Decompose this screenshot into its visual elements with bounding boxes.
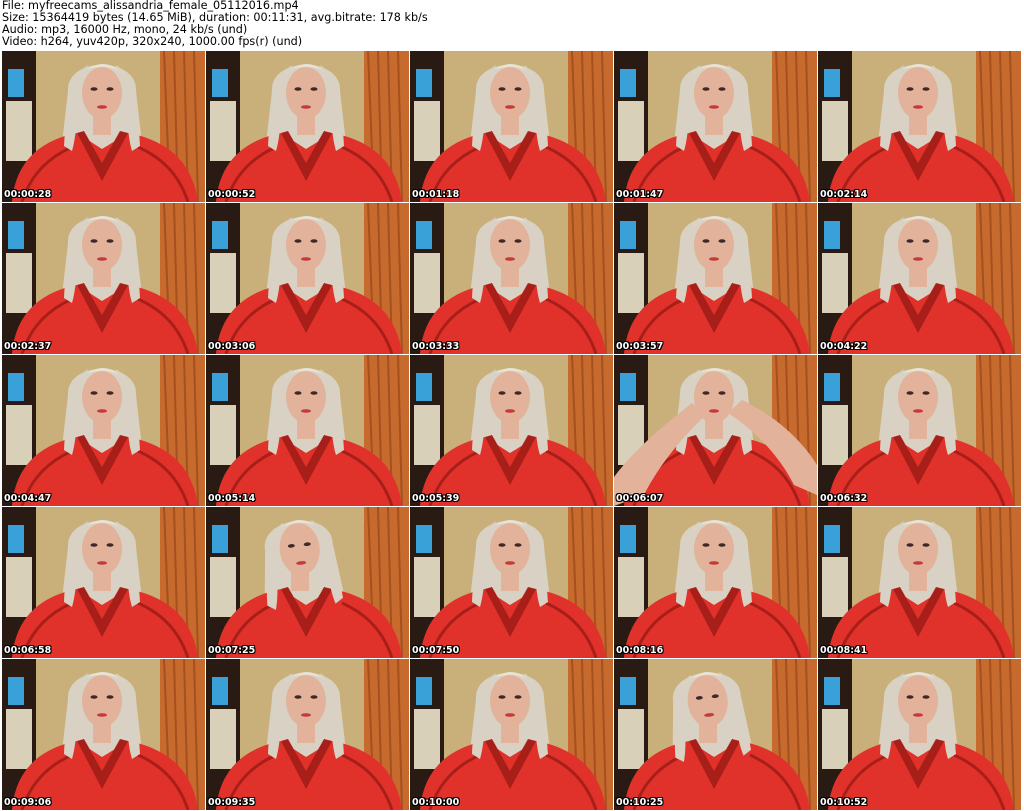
thumbnail-frame-image: [410, 51, 613, 202]
thumbnail-timestamp: 00:07:25: [208, 645, 256, 656]
video-thumbnail: 00:06:32: [818, 355, 1021, 506]
thumbnail-frame-image: [206, 507, 409, 658]
thumbnail-frame-image: [818, 51, 1021, 202]
thumbnail-timestamp: 00:08:41: [820, 645, 868, 656]
thumbnail-timestamp: 00:03:33: [412, 341, 460, 352]
video-thumbnail: 00:00:28: [2, 51, 205, 202]
thumbnail-frame-image: [614, 659, 817, 810]
thumbnail-frame-image: [410, 507, 613, 658]
thumbnail-timestamp: 00:02:37: [4, 341, 52, 352]
thumbnail-frame-image: [818, 659, 1021, 810]
video-thumbnail: 00:05:39: [410, 355, 613, 506]
thumbnail-timestamp: 00:04:22: [820, 341, 868, 352]
video-thumbnail: 00:07:50: [410, 507, 613, 658]
thumbnail-frame-image: [410, 203, 613, 354]
thumbnail-frame-image: [2, 203, 205, 354]
video-thumbnail: 00:06:58: [2, 507, 205, 658]
video-thumbnail: 00:08:16: [614, 507, 817, 658]
video-thumbnail: 00:09:35: [206, 659, 409, 810]
thumbnail-frame-image: [206, 355, 409, 506]
video-thumbnail: 00:10:25: [614, 659, 817, 810]
thumbnail-timestamp: 00:07:50: [412, 645, 460, 656]
thumbnail-frame-image: [2, 355, 205, 506]
thumbnail-timestamp: 00:01:47: [616, 189, 664, 200]
video-thumbnail: 00:03:57: [614, 203, 817, 354]
thumbnail-grid: 00:00:28 00:00:52 00:01:18 00:01:47 00:02:14…: [0, 51, 1024, 811]
video-thumbnail: 00:03:33: [410, 203, 613, 354]
thumbnail-frame-image: [2, 659, 205, 810]
video-thumbnail: 00:03:06: [206, 203, 409, 354]
audio-info-line: Audio: mp3, 16000 Hz, mono, 24 kb/s (und…: [2, 24, 248, 36]
thumbnail-frame-image: [410, 355, 613, 506]
thumbnail-timestamp: 00:10:25: [616, 797, 664, 808]
video-thumbnail: 00:01:18: [410, 51, 613, 202]
thumbnail-timestamp: 00:06:32: [820, 493, 868, 504]
video-thumbnail: 00:02:37: [2, 203, 205, 354]
video-thumbnail: 00:10:00: [410, 659, 613, 810]
video-thumbnail: 00:07:25: [206, 507, 409, 658]
thumbnail-frame-image: [206, 203, 409, 354]
thumbnail-frame-image: [410, 659, 613, 810]
video-thumbnail: 00:02:14: [818, 51, 1021, 202]
thumbnail-timestamp: 00:02:14: [820, 189, 868, 200]
thumbnail-timestamp: 00:10:52: [820, 797, 868, 808]
thumbnail-frame-image: [206, 51, 409, 202]
video-info-line: Video: h264, yuv420p, 320x240, 1000.00 f…: [2, 36, 303, 48]
video-thumbnail: 00:10:52: [818, 659, 1021, 810]
thumbnail-timestamp: 00:03:06: [208, 341, 256, 352]
thumbnail-frame-image: [2, 51, 205, 202]
file-info-header: File: myfreecams_alissandria_female_0511…: [2, 0, 1022, 50]
thumbnail-frame-image: [614, 507, 817, 658]
video-thumbnail: 00:08:41: [818, 507, 1021, 658]
thumbnail-frame-image: [206, 659, 409, 810]
thumbnail-timestamp: 00:08:16: [616, 645, 664, 656]
thumbnail-frame-image: [614, 355, 817, 506]
video-thumbnail: 00:05:14: [206, 355, 409, 506]
thumbnail-frame-image: [614, 51, 817, 202]
file-name-line: File: myfreecams_alissandria_female_0511…: [2, 0, 299, 12]
thumbnail-timestamp: 00:01:18: [412, 189, 460, 200]
video-thumbnail: 00:00:52: [206, 51, 409, 202]
thumbnail-frame-image: [614, 203, 817, 354]
thumbnail-frame-image: [818, 507, 1021, 658]
video-thumbnail: 00:06:07: [614, 355, 817, 506]
thumbnail-frame-image: [2, 507, 205, 658]
video-thumbnail: 00:09:06: [2, 659, 205, 810]
thumbnail-frame-image: [818, 355, 1021, 506]
thumbnail-timestamp: 00:09:06: [4, 797, 52, 808]
thumbnail-timestamp: 00:06:58: [4, 645, 52, 656]
video-thumbnail: 00:04:22: [818, 203, 1021, 354]
thumbnail-timestamp: 00:03:57: [616, 341, 664, 352]
thumbnail-timestamp: 00:00:52: [208, 189, 256, 200]
thumbnail-timestamp: 00:10:00: [412, 797, 460, 808]
thumbnail-timestamp: 00:04:47: [4, 493, 52, 504]
thumbnail-timestamp: 00:06:07: [616, 493, 664, 504]
thumbnail-frame-image: [818, 203, 1021, 354]
video-thumbnail: 00:01:47: [614, 51, 817, 202]
video-thumbnail: 00:04:47: [2, 355, 205, 506]
thumbnail-timestamp: 00:05:14: [208, 493, 256, 504]
thumbnail-timestamp: 00:05:39: [412, 493, 460, 504]
thumbnail-timestamp: 00:09:35: [208, 797, 256, 808]
file-size-line: Size: 15364419 bytes (14.65 MiB), durati…: [2, 12, 428, 24]
thumbnail-timestamp: 00:00:28: [4, 189, 52, 200]
